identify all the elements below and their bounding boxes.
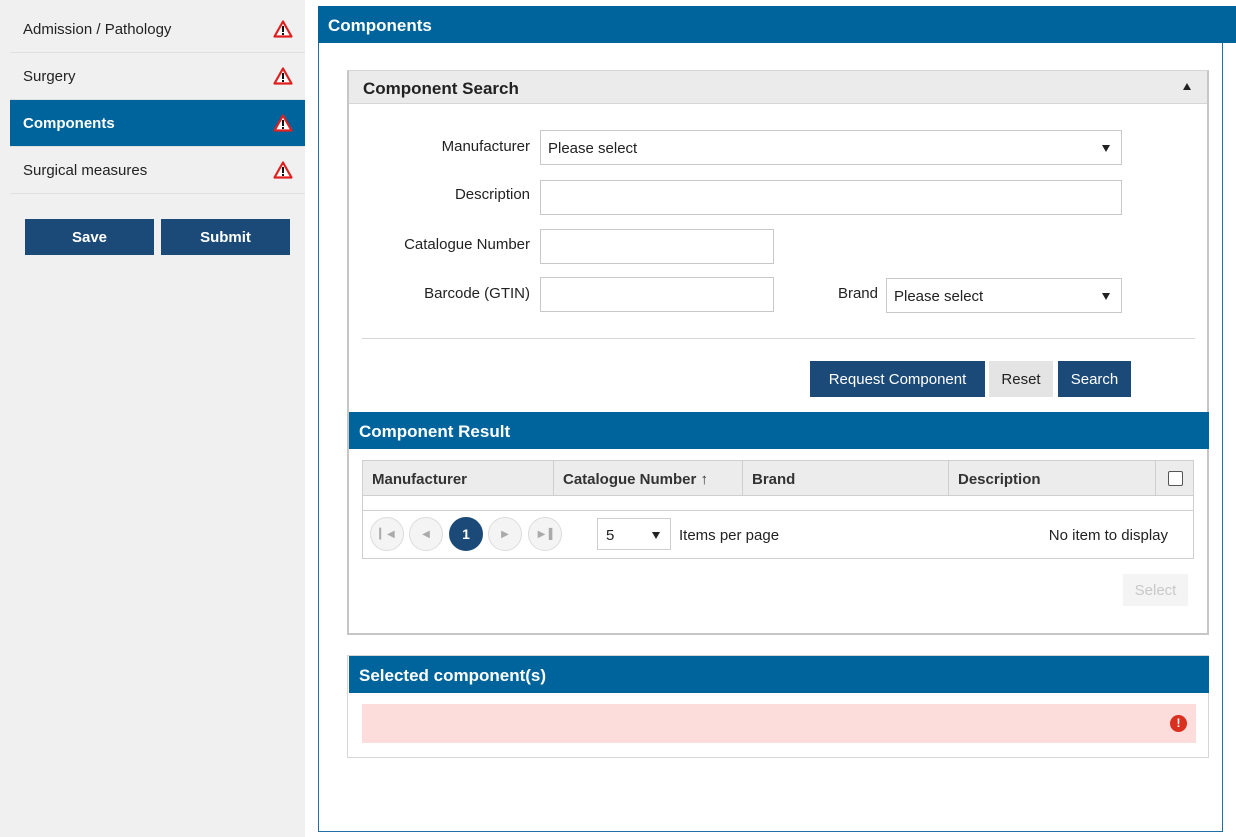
reset-button[interactable]: Reset <box>989 361 1053 397</box>
chevron-down-icon <box>1102 293 1110 300</box>
table-row <box>363 497 1193 511</box>
sidebar-actions: Save Submit <box>25 219 290 255</box>
chevron-down-icon <box>652 532 660 539</box>
catalogue-number-input[interactable] <box>540 229 774 264</box>
selected-components-header: Selected component(s) <box>349 656 1209 693</box>
pager-info: No item to display <box>1048 527 1168 544</box>
component-result-header: Component Result <box>349 412 1209 449</box>
component-search-header[interactable]: Component Search <box>349 71 1207 104</box>
selected-components-error-row: ! <box>362 704 1196 743</box>
column-header-brand[interactable]: Brand <box>743 461 949 496</box>
request-component-button[interactable]: Request Component <box>810 361 985 397</box>
previous-page-icon[interactable]: ◀ <box>409 517 443 551</box>
items-per-page-label: Items per page <box>679 527 780 544</box>
brand-select-value: Please select <box>894 288 984 305</box>
sidebar-item-components[interactable]: Components <box>10 100 305 147</box>
sidebar-item-label: Admission / Pathology <box>23 20 172 38</box>
manufacturer-select[interactable]: Please select <box>540 130 1122 165</box>
sidebar-item-surgery[interactable]: Surgery <box>10 53 305 100</box>
sidebar-item-surgical-measures[interactable]: Surgical measures <box>10 147 305 194</box>
catalogue-number-label: Catalogue Number <box>404 236 530 253</box>
chevron-down-icon <box>1102 145 1110 152</box>
page-size-value: 5 <box>606 527 615 544</box>
barcode-input[interactable] <box>540 277 774 312</box>
sidebar-item-label: Surgery <box>23 67 76 85</box>
search-button[interactable]: Search <box>1058 361 1131 397</box>
current-page-button[interactable]: 1 <box>449 517 483 551</box>
warning-triangle-icon <box>273 20 293 38</box>
grid-pager: ▎◀ ◀ 1 ▶ ▶▐ 5 Items per page No item to … <box>363 512 1193 558</box>
submit-button[interactable]: Submit <box>161 219 290 255</box>
last-page-icon[interactable]: ▶▐ <box>528 517 562 551</box>
warning-triangle-icon <box>273 114 293 132</box>
sidebar: Admission / Pathology Surgery Components… <box>0 0 305 837</box>
barcode-label: Barcode (GTIN) <box>424 285 530 302</box>
manufacturer-select-value: Please select <box>548 140 638 157</box>
brand-label: Brand <box>837 285 878 302</box>
sidebar-item-admission-pathology[interactable]: Admission / Pathology <box>10 6 305 53</box>
description-label: Description <box>454 186 530 203</box>
save-button[interactable]: Save <box>25 219 154 255</box>
page-title: Components <box>318 6 1236 43</box>
grid-header: Manufacturer Catalogue Number ↑ Brand De… <box>363 461 1193 496</box>
sidebar-nav: Admission / Pathology Surgery Components… <box>10 6 305 194</box>
error-icon: ! <box>1170 715 1187 732</box>
sidebar-item-label: Components <box>23 114 115 132</box>
collapse-up-icon[interactable] <box>1183 83 1191 90</box>
column-header-manufacturer[interactable]: Manufacturer <box>363 461 554 496</box>
form-divider <box>362 338 1195 339</box>
select-all-checkbox[interactable] <box>1168 471 1183 486</box>
next-page-icon[interactable]: ▶ <box>488 517 522 551</box>
select-button[interactable]: Select <box>1123 574 1188 606</box>
page-size-select[interactable]: 5 <box>597 518 671 550</box>
column-header-description[interactable]: Description <box>949 461 1156 496</box>
manufacturer-label: Manufacturer <box>441 138 530 155</box>
brand-select[interactable]: Please select <box>886 278 1122 313</box>
warning-triangle-icon <box>273 161 293 179</box>
column-header-catalogue-number[interactable]: Catalogue Number ↑ <box>554 461 743 496</box>
warning-triangle-icon <box>273 67 293 85</box>
component-search-title: Component Search <box>363 79 519 98</box>
first-page-icon[interactable]: ▎◀ <box>370 517 404 551</box>
component-result-grid: Manufacturer Catalogue Number ↑ Brand De… <box>362 460 1194 559</box>
sidebar-item-label: Surgical measures <box>23 161 148 179</box>
description-input[interactable] <box>540 180 1122 215</box>
